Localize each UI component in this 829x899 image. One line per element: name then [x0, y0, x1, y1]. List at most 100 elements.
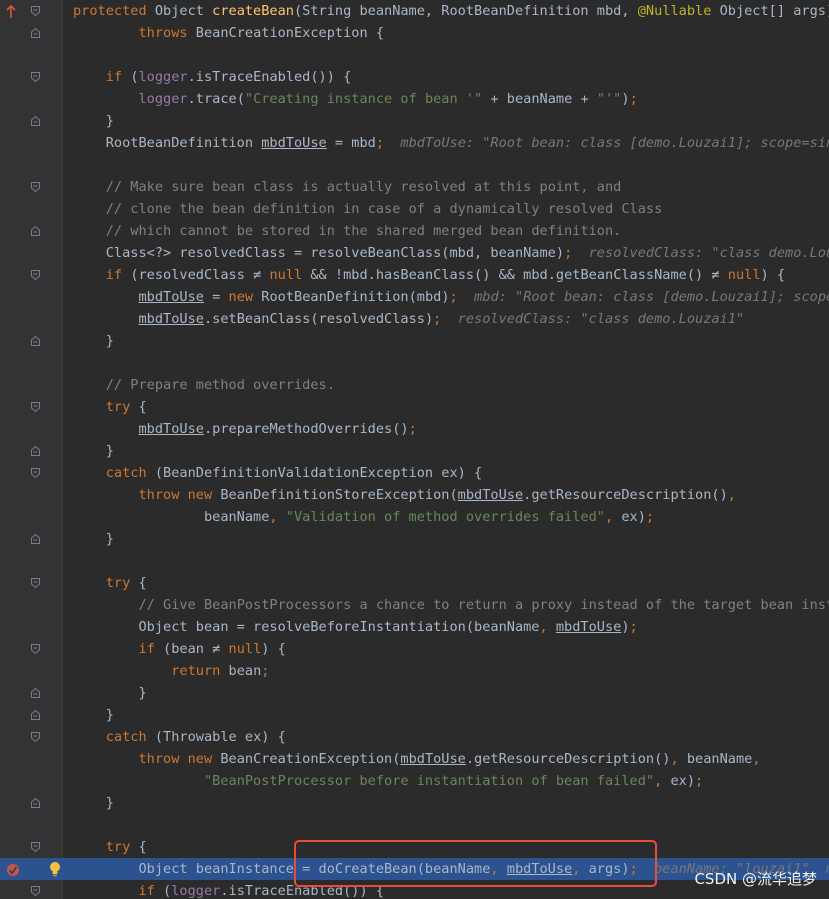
code-text[interactable]: } — [73, 528, 114, 550]
fold-expand-icon[interactable] — [31, 468, 40, 478]
code-line[interactable]: // Give BeanPostProcessors a chance to r… — [0, 594, 829, 616]
code-line[interactable]: mbdToUse.setBeanClass(resolvedClass); re… — [0, 308, 829, 330]
gutter-cell[interactable] — [0, 660, 62, 682]
gutter-cell[interactable] — [0, 352, 62, 374]
code-line[interactable] — [0, 44, 829, 66]
code-line[interactable]: RootBeanDefinition mbdToUse = mbd; mbdTo… — [0, 132, 829, 154]
code-text[interactable]: } — [73, 704, 114, 726]
fold-collapse-icon[interactable] — [31, 534, 40, 544]
code-line[interactable]: if (logger.isTraceEnabled()) { — [0, 66, 829, 88]
code-line[interactable] — [0, 814, 829, 836]
code-text[interactable]: } — [73, 682, 146, 704]
code-text[interactable]: return bean; — [73, 660, 269, 682]
gutter-cell[interactable] — [0, 462, 62, 484]
fold-expand-icon[interactable] — [31, 732, 40, 742]
code-line[interactable]: } — [0, 330, 829, 352]
code-text[interactable]: RootBeanDefinition mbdToUse = mbd; mbdTo… — [73, 132, 829, 154]
code-text[interactable]: catch (BeanDefinitionValidationException… — [73, 462, 482, 484]
code-text[interactable]: Object bean = resolveBeforeInstantiation… — [73, 616, 637, 638]
gutter-cell[interactable] — [0, 88, 62, 110]
code-text[interactable]: } — [73, 330, 114, 352]
gutter-cell[interactable] — [0, 418, 62, 440]
code-line[interactable]: } — [0, 792, 829, 814]
code-line[interactable]: } — [0, 440, 829, 462]
code-line[interactable]: if (resolvedClass ≠ null && !mbd.hasBean… — [0, 264, 829, 286]
gutter-cell[interactable] — [0, 440, 62, 462]
code-text[interactable]: throw new BeanCreationException(mbdToUse… — [73, 748, 760, 770]
code-text[interactable]: if (resolvedClass ≠ null && !mbd.hasBean… — [73, 264, 785, 286]
code-text[interactable]: try { — [73, 572, 147, 594]
gutter-cell[interactable] — [0, 484, 62, 506]
code-line[interactable]: try { — [0, 396, 829, 418]
fold-collapse-icon[interactable] — [31, 226, 40, 236]
gutter-cell[interactable] — [0, 264, 62, 286]
code-line[interactable]: Class<?> resolvedClass = resolveBeanClas… — [0, 242, 829, 264]
gutter-cell[interactable] — [0, 132, 62, 154]
code-line[interactable] — [0, 352, 829, 374]
gutter-cell[interactable] — [0, 858, 62, 880]
gutter-cell[interactable] — [0, 22, 62, 44]
code-line[interactable] — [0, 154, 829, 176]
gutter-cell[interactable] — [0, 594, 62, 616]
gutter-cell[interactable] — [0, 880, 62, 899]
gutter-cell[interactable] — [0, 704, 62, 726]
code-line[interactable]: } — [0, 682, 829, 704]
fold-collapse-icon[interactable] — [31, 688, 40, 698]
code-text[interactable]: throws BeanCreationException { — [73, 22, 384, 44]
code-line[interactable]: beanName, "Validation of method override… — [0, 506, 829, 528]
code-text[interactable]: catch (Throwable ex) { — [73, 726, 286, 748]
gutter-cell[interactable] — [0, 748, 62, 770]
code-line[interactable]: // Make sure bean class is actually reso… — [0, 176, 829, 198]
gutter-cell[interactable] — [0, 176, 62, 198]
fold-collapse-icon[interactable] — [31, 798, 40, 808]
code-line[interactable]: // clone the bean definition in case of … — [0, 198, 829, 220]
code-line[interactable]: Object bean = resolveBeforeInstantiation… — [0, 616, 829, 638]
gutter-cell[interactable] — [0, 374, 62, 396]
gutter-cell[interactable] — [0, 198, 62, 220]
code-text[interactable]: // which cannot be stored in the shared … — [73, 220, 622, 242]
code-text[interactable]: mbdToUse.prepareMethodOverrides(); — [73, 418, 416, 440]
code-text[interactable]: logger.trace("Creating instance of bean … — [73, 88, 637, 110]
fold-expand-icon[interactable] — [31, 578, 40, 588]
gutter-cell[interactable] — [0, 550, 62, 572]
gutter-cell[interactable] — [0, 0, 62, 22]
gutter-cell[interactable] — [0, 836, 62, 858]
code-line[interactable]: throw new BeanCreationException(mbdToUse… — [0, 748, 829, 770]
fold-collapse-icon[interactable] — [31, 116, 40, 126]
gutter-cell[interactable] — [0, 506, 62, 528]
gutter-cell[interactable] — [0, 638, 62, 660]
gutter-cell[interactable] — [0, 44, 62, 66]
fold-expand-icon[interactable] — [31, 402, 40, 412]
code-line[interactable] — [0, 550, 829, 572]
code-text[interactable]: "BeanPostProcessor before instantiation … — [73, 770, 703, 792]
code-line[interactable]: // Prepare method overrides. — [0, 374, 829, 396]
code-line[interactable]: try { — [0, 572, 829, 594]
fold-expand-icon[interactable] — [31, 886, 40, 896]
gutter-cell[interactable] — [0, 220, 62, 242]
code-text[interactable]: beanName, "Validation of method override… — [73, 506, 654, 528]
gutter-cell[interactable] — [0, 814, 62, 836]
code-editor[interactable]: protected Object createBean(String beanN… — [0, 0, 829, 899]
code-line[interactable]: mbdToUse.prepareMethodOverrides(); — [0, 418, 829, 440]
gutter-cell[interactable] — [0, 242, 62, 264]
code-text[interactable]: try { — [73, 836, 147, 858]
code-text[interactable]: } — [73, 110, 114, 132]
gutter-cell[interactable] — [0, 66, 62, 88]
code-text[interactable]: try { — [73, 396, 147, 418]
code-text[interactable]: } — [73, 440, 114, 462]
code-line[interactable]: catch (BeanDefinitionValidationException… — [0, 462, 829, 484]
gutter-cell[interactable] — [0, 726, 62, 748]
code-text[interactable]: mbdToUse = new RootBeanDefinition(mbd); … — [73, 286, 829, 308]
fold-expand-icon[interactable] — [31, 72, 40, 82]
code-text[interactable]: // clone the bean definition in case of … — [73, 198, 663, 220]
code-text[interactable]: } — [73, 792, 114, 814]
fold-expand-icon[interactable] — [31, 182, 40, 192]
code-line[interactable]: logger.trace("Creating instance of bean … — [0, 88, 829, 110]
code-text[interactable]: // Give BeanPostProcessors a chance to r… — [73, 594, 829, 616]
gutter-cell[interactable] — [0, 682, 62, 704]
gutter-cell[interactable] — [0, 792, 62, 814]
code-line[interactable]: // which cannot be stored in the shared … — [0, 220, 829, 242]
gutter-cell[interactable] — [0, 286, 62, 308]
code-text[interactable]: throw new BeanDefinitionStoreException(m… — [73, 484, 735, 506]
code-line[interactable]: } — [0, 110, 829, 132]
